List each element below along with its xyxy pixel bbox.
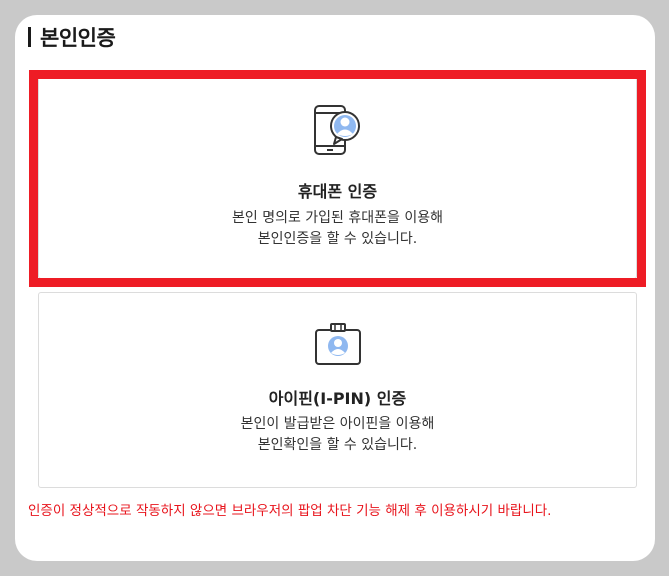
phone-auth-button[interactable]: 휴대폰 인증 본인 명의로 가입된 휴대폰을 이용해 본인인증을 할 수 있습니… — [38, 77, 637, 279]
heading-bar — [28, 27, 31, 47]
ipin-auth-button[interactable]: 아이핀(I-PIN) 인증 본인이 발급받은 아이핀을 이용해 본인확인을 할 … — [38, 292, 637, 488]
phone-auth-desc-line2: 본인인증을 할 수 있습니다. — [257, 231, 418, 247]
ipin-auth-description: 본인이 발급받은 아이핀을 이용해 본인확인을 할 수 있습니다. — [39, 414, 636, 456]
phone-auth-description: 본인 명의로 가입된 휴대폰을 이용해 본인인증을 할 수 있습니다. — [39, 208, 636, 250]
ipin-auth-desc-line2: 본인확인을 할 수 있습니다. — [257, 437, 418, 453]
section-heading: 본인인증 — [28, 24, 116, 50]
phone-auth-title: 휴대폰 인증 — [297, 182, 378, 201]
ipin-auth-desc-line1: 본인이 발급받은 아이핀을 이용해 — [240, 416, 435, 432]
ipin-auth-title: 아이핀(I-PIN) 인증 — [268, 389, 407, 408]
id-badge-icon — [312, 322, 364, 366]
phone-auth-desc-line1: 본인 명의로 가입된 휴대폰을 이용해 — [232, 210, 443, 226]
smartphone-user-icon — [312, 104, 364, 158]
popup-blocker-notice: 인증이 정상적으로 작동하지 않으면 브라우저의 팝업 차단 기능 해제 후 이… — [28, 503, 552, 519]
page-title: 본인인증 — [40, 26, 116, 50]
